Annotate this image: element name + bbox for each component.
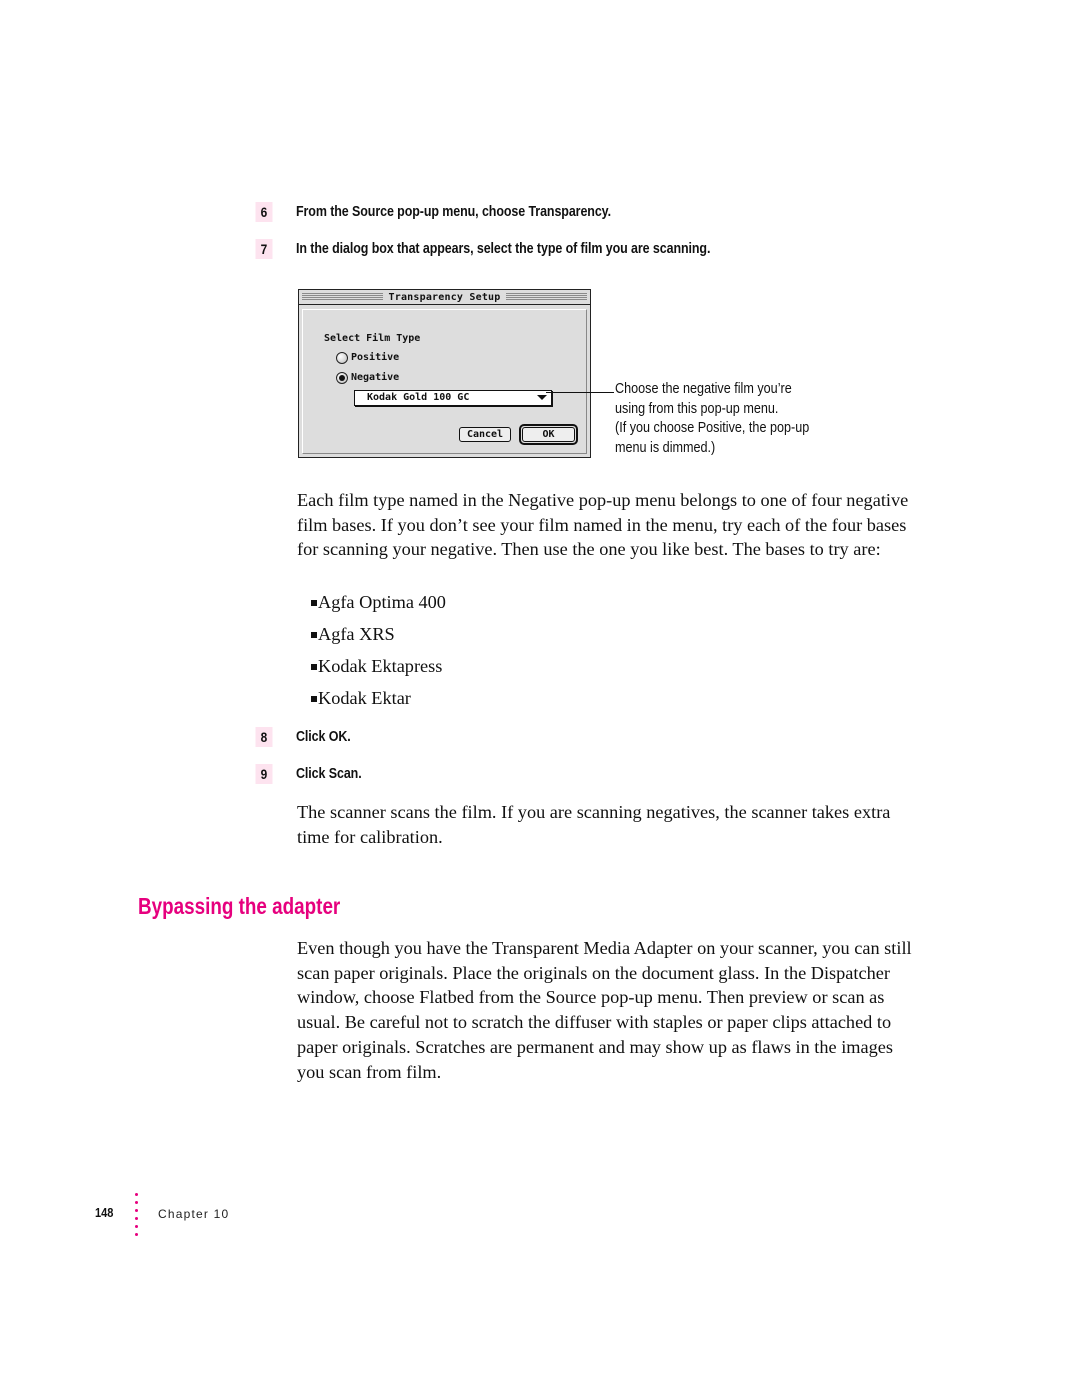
section-heading: Bypassing the adapter [138, 893, 341, 919]
square-bullet-icon [311, 600, 317, 606]
list-item-text: Kodak Ektar [318, 688, 411, 708]
step-text: From the Source pop-up menu, choose Tran… [296, 204, 611, 220]
square-bullet-icon [311, 632, 317, 638]
step-text: Click Scan. [296, 766, 362, 782]
step-number: 6 [255, 202, 273, 222]
film-type-label: Select Film Type [324, 333, 421, 344]
callout-line-2: using from this pop-up menu. [615, 400, 779, 417]
callout-leader-line [546, 392, 614, 393]
callout-text: Choose the negative film you’re using fr… [615, 380, 824, 458]
list-item-text: Agfa XRS [318, 624, 395, 644]
radio-button-icon[interactable] [336, 352, 348, 364]
step-7: 7 In the dialog box that appears, select… [254, 239, 710, 259]
step-8: 8 Click OK. [254, 727, 351, 747]
cancel-button[interactable]: Cancel [459, 427, 511, 442]
dialog-title: Transparency Setup [382, 291, 507, 304]
step-text: Click OK. [296, 729, 351, 745]
dotted-divider [135, 1193, 139, 1241]
callout-line-1: Choose the negative film you’re [615, 381, 792, 397]
step-number: 7 [255, 239, 273, 259]
ok-button[interactable]: OK [522, 427, 575, 442]
film-popup-menu[interactable]: Kodak Gold 100 GC [354, 390, 552, 406]
step-9: 9 Click Scan. [254, 764, 362, 784]
section-body: Even though you have the Transparent Med… [297, 938, 912, 1082]
square-bullet-icon [311, 696, 317, 702]
step-number: 9 [255, 764, 273, 784]
step-text: In the dialog box that appears, select t… [296, 241, 711, 257]
popup-value: Kodak Gold 100 GC [367, 392, 470, 403]
dialog-body: Select Film Type Positive Negative Kodak… [302, 309, 587, 454]
callout-line-3: (If you choose Positive, the pop-up [615, 420, 810, 436]
square-bullet-icon [311, 664, 317, 670]
transparency-setup-dialog: Transparency Setup Select Film Type Posi… [298, 289, 591, 458]
dialog-titlebar: Transparency Setup [299, 290, 590, 305]
radio-label: Positive [351, 352, 400, 363]
radio-button-selected-icon[interactable] [336, 372, 348, 384]
body-paragraph: The scanner scans the film. If you are s… [297, 802, 891, 847]
page-number: 148 [95, 1205, 114, 1220]
list-item-text: Kodak Ektapress [318, 656, 443, 676]
body-paragraph: Each film type named in the Negative pop… [297, 490, 909, 560]
list-item-text: Agfa Optima 400 [318, 592, 446, 612]
chapter-label: Chapter 10 [158, 1207, 230, 1221]
step-number: 8 [255, 727, 273, 747]
callout-line-4: menu is dimmed.) [615, 439, 716, 456]
step-6: 6 From the Source pop-up menu, choose Tr… [254, 202, 611, 222]
radio-label: Negative [351, 372, 400, 383]
triangle-down-icon [537, 395, 547, 400]
